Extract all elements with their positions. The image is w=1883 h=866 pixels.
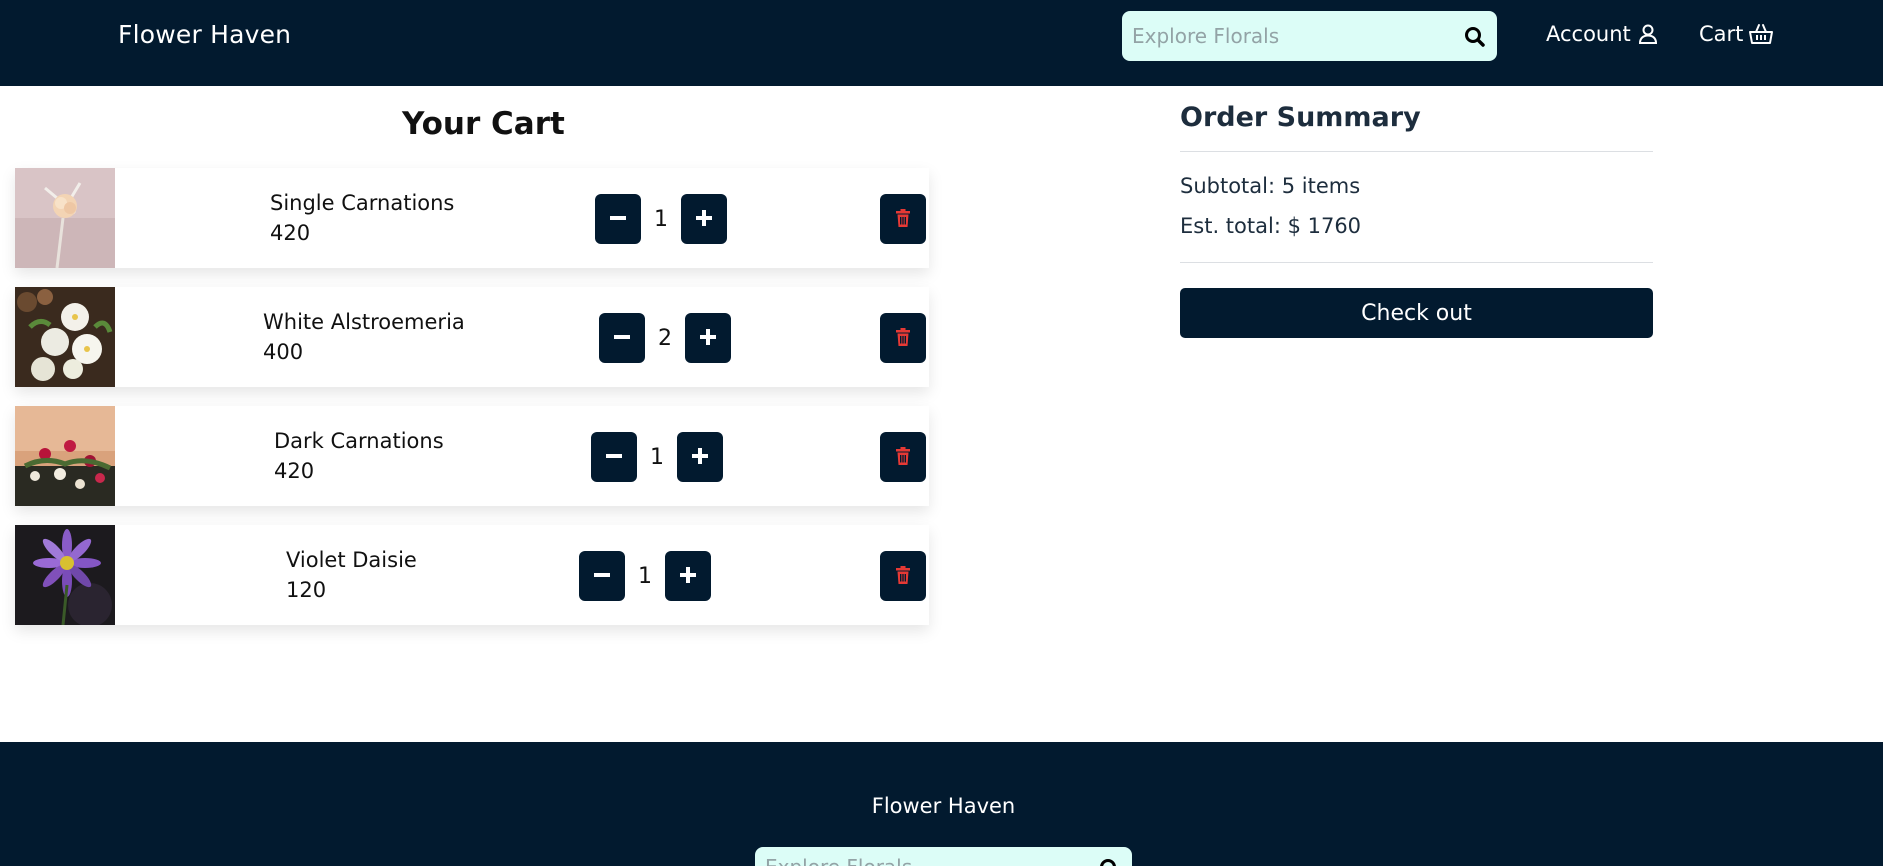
item-name: Violet Daisie: [286, 548, 417, 572]
increase-quantity-button[interactable]: [685, 313, 731, 363]
quantity-value: 1: [650, 444, 664, 470]
search-icon[interactable]: [1463, 25, 1487, 49]
item-name: Dark Carnations: [274, 429, 444, 453]
increase-quantity-button[interactable]: [681, 194, 727, 244]
cart-item: Violet Daisie 120 1: [15, 525, 929, 625]
item-price: 120: [286, 578, 327, 602]
item-info: Dark Carnations 420: [274, 426, 444, 486]
brand-logo[interactable]: Flower Haven: [118, 20, 291, 49]
footer-search-bar: [755, 847, 1132, 866]
quantity-stepper: 1: [595, 194, 727, 244]
plus-icon: [695, 209, 713, 230]
quantity-stepper: 1: [579, 551, 711, 601]
footer-search-input[interactable]: [765, 847, 1085, 866]
site-header: Flower Haven Account Cart: [0, 0, 1883, 86]
search-input[interactable]: [1132, 11, 1452, 61]
user-icon: [1637, 23, 1659, 45]
search-icon[interactable]: [1098, 857, 1122, 866]
checkout-button[interactable]: Check out: [1180, 288, 1653, 338]
item-price: 400: [263, 340, 304, 364]
item-name: Single Carnations: [270, 191, 455, 215]
search-bar: [1122, 11, 1497, 61]
decrease-quantity-button[interactable]: [591, 432, 637, 482]
item-price: 420: [274, 459, 315, 483]
basket-icon: [1749, 23, 1774, 45]
product-image[interactable]: [15, 168, 115, 268]
summary-divider: [1180, 262, 1653, 263]
product-image[interactable]: [15, 525, 115, 625]
trash-icon: [895, 565, 911, 587]
minus-icon: [609, 209, 627, 230]
cart-item: Single Carnations 420 1: [15, 168, 929, 268]
cart-item: White Alstroemeria 400 2: [15, 287, 929, 387]
subtotal-text: Subtotal: 5 items: [1180, 174, 1361, 198]
site-footer: Flower Haven: [0, 742, 1883, 866]
minus-icon: [605, 447, 623, 468]
item-info: Violet Daisie 120: [286, 545, 417, 605]
summary-divider: [1180, 151, 1653, 152]
increase-quantity-button[interactable]: [677, 432, 723, 482]
cart-link[interactable]: Cart: [1699, 22, 1774, 46]
cart-item: Dark Carnations 420 1: [15, 406, 929, 506]
minus-icon: [593, 566, 611, 587]
plus-icon: [699, 328, 717, 349]
item-name: White Alstroemeria: [263, 310, 465, 334]
remove-item-button[interactable]: [880, 432, 926, 482]
quantity-value: 1: [654, 206, 668, 232]
decrease-quantity-button[interactable]: [599, 313, 645, 363]
est-total-text: Est. total: $ 1760: [1180, 214, 1362, 238]
product-image[interactable]: [15, 287, 115, 387]
item-info: Single Carnations 420: [270, 188, 454, 248]
minus-icon: [613, 328, 631, 349]
quantity-value: 1: [638, 563, 652, 589]
decrease-quantity-button[interactable]: [595, 194, 641, 244]
item-price: 420: [270, 221, 311, 245]
remove-item-button[interactable]: [880, 551, 926, 601]
decrease-quantity-button[interactable]: [579, 551, 625, 601]
cart-title: Your Cart: [402, 106, 565, 142]
quantity-stepper: 1: [591, 432, 723, 482]
account-label: Account: [1546, 22, 1631, 46]
remove-item-button[interactable]: [880, 194, 926, 244]
order-summary-title: Order Summary: [1180, 102, 1421, 133]
plus-icon: [679, 566, 697, 587]
footer-brand[interactable]: Flower Haven: [0, 794, 1883, 818]
trash-icon: [895, 327, 911, 349]
item-info: White Alstroemeria 400: [263, 307, 465, 367]
plus-icon: [691, 447, 709, 468]
quantity-stepper: 2: [599, 313, 731, 363]
quantity-value: 2: [658, 325, 672, 351]
trash-icon: [895, 446, 911, 468]
account-link[interactable]: Account: [1546, 22, 1659, 46]
remove-item-button[interactable]: [880, 313, 926, 363]
trash-icon: [895, 208, 911, 230]
product-image[interactable]: [15, 406, 115, 506]
increase-quantity-button[interactable]: [665, 551, 711, 601]
cart-label: Cart: [1699, 22, 1744, 46]
